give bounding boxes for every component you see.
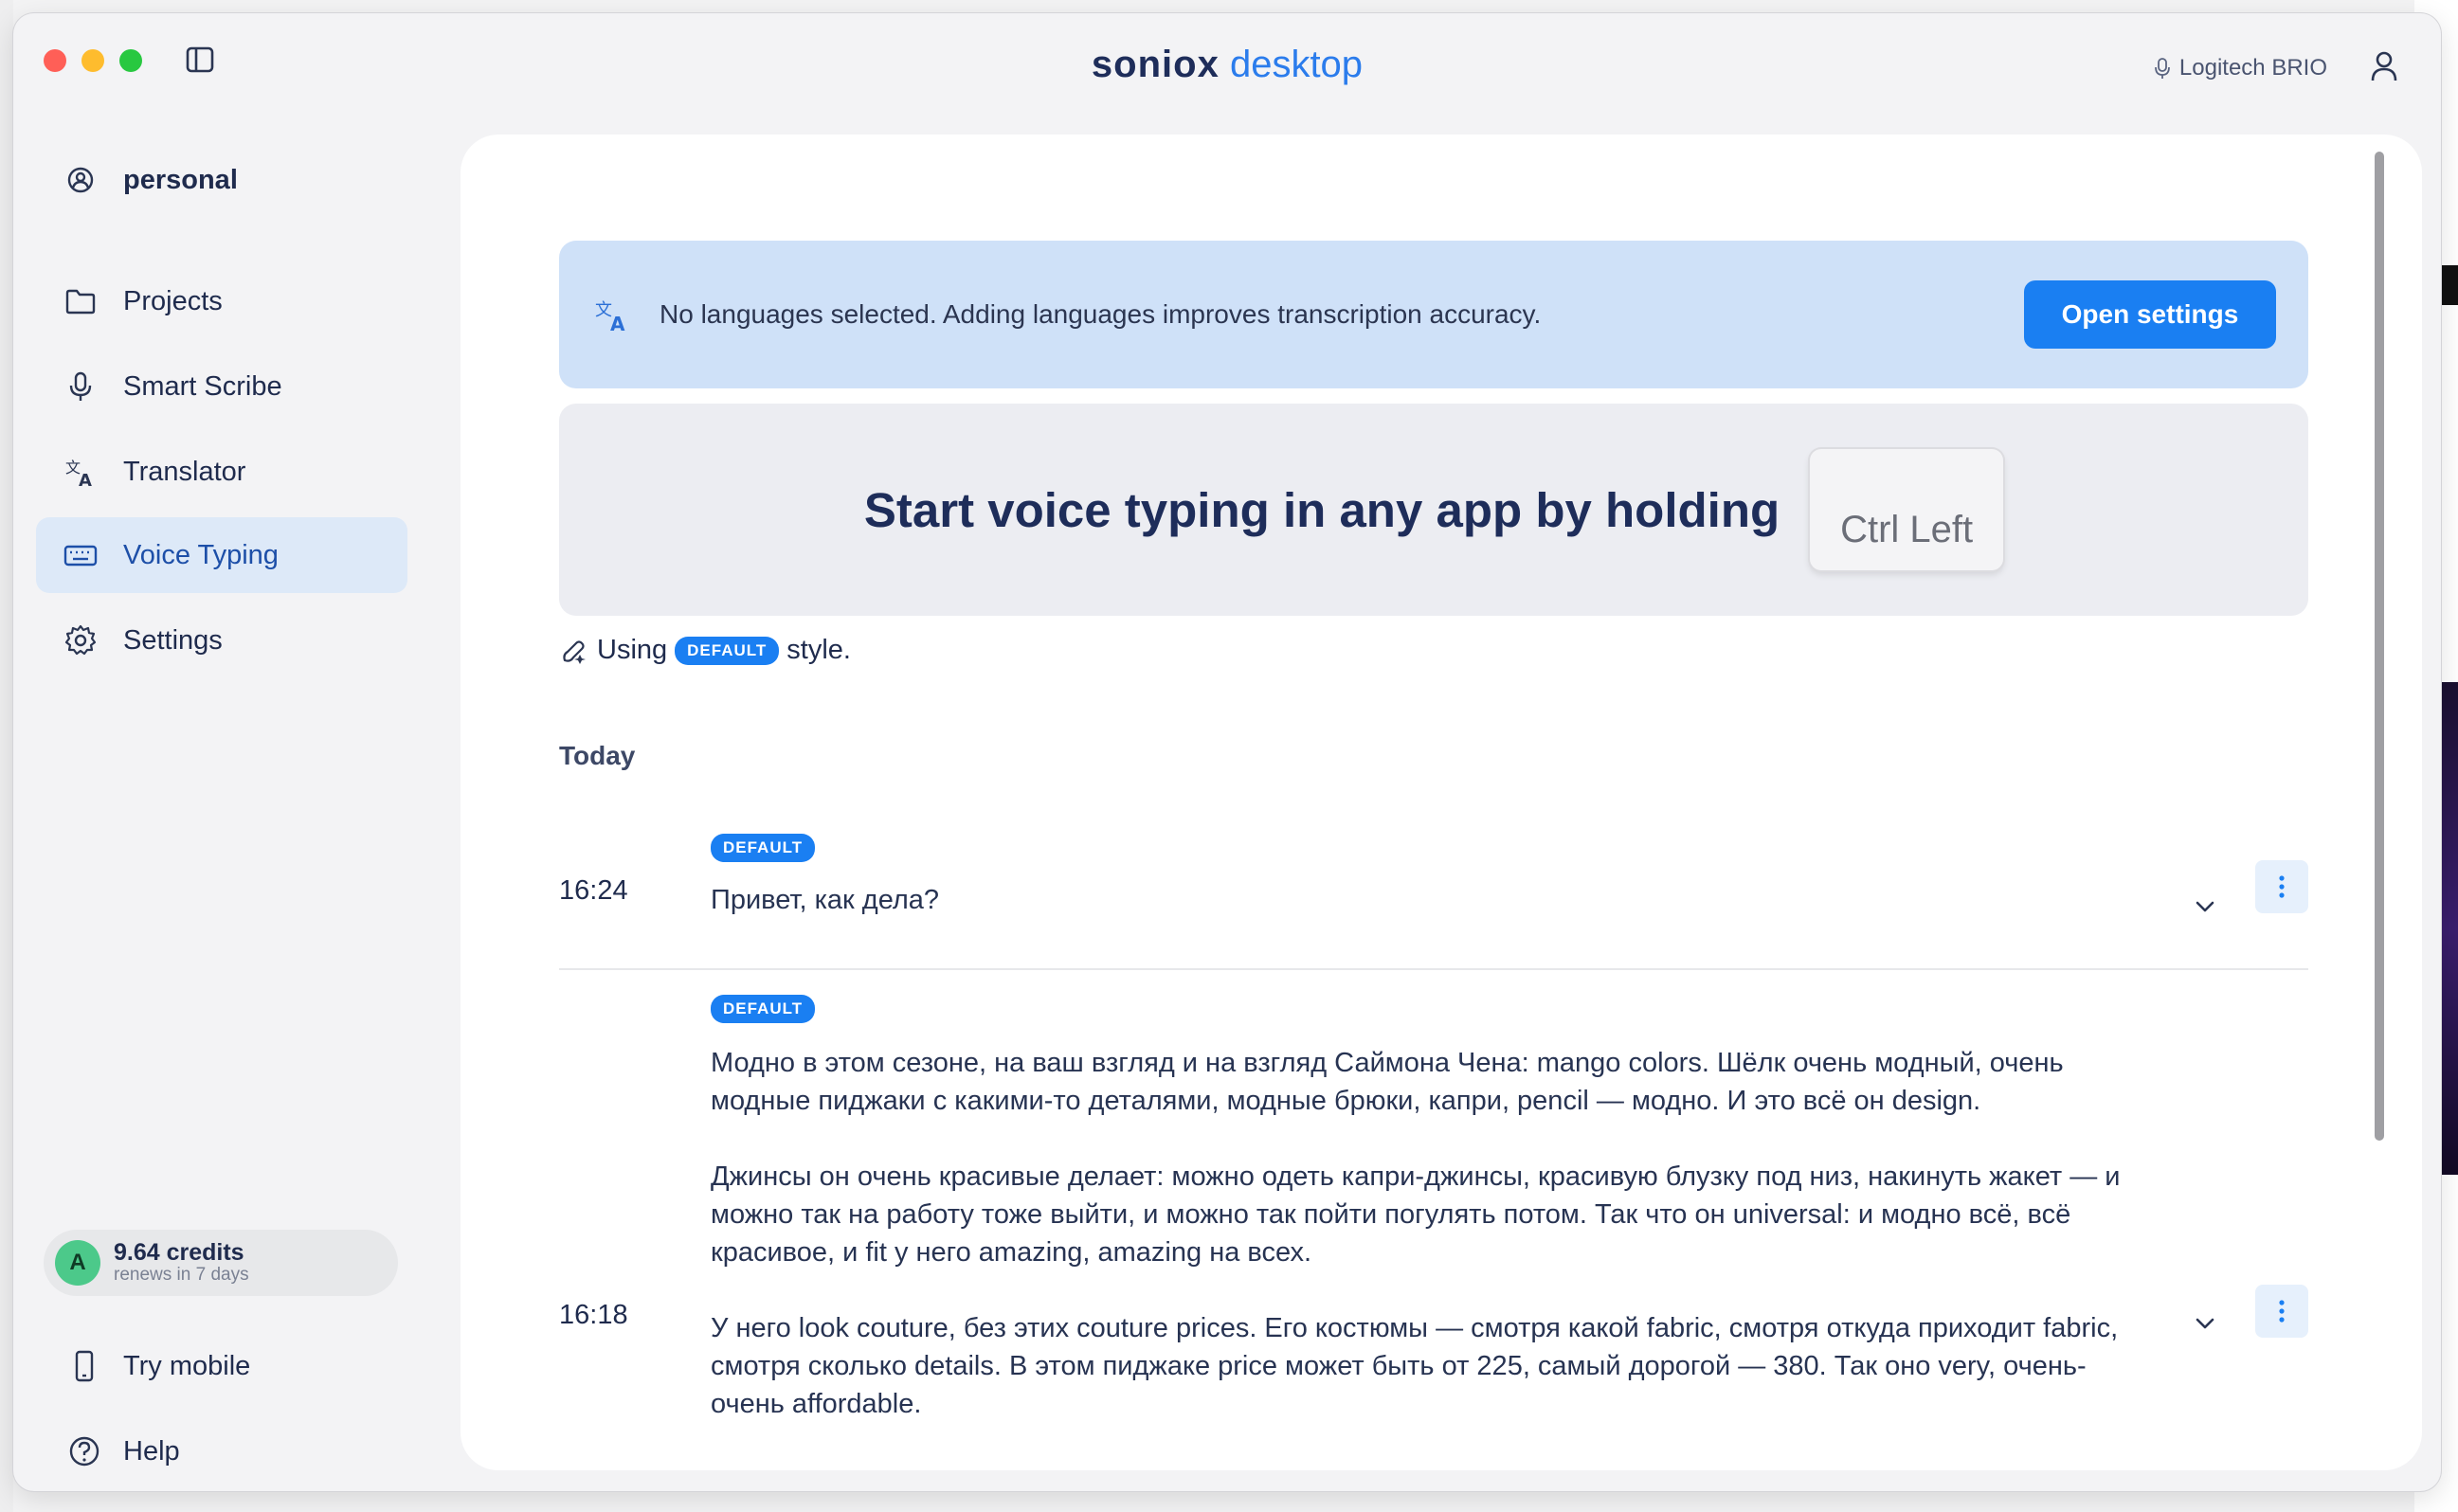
sidebar-item-label: Projects xyxy=(123,285,223,316)
mobile-icon xyxy=(75,1350,94,1382)
entry-style-badge: DEFAULT xyxy=(711,995,816,1023)
help-label: Help xyxy=(123,1435,180,1467)
avatar: A xyxy=(55,1240,100,1286)
open-settings-button[interactable]: Open settings xyxy=(2024,280,2276,349)
sidebar-item-voice-typing[interactable]: Voice Typing xyxy=(36,517,407,593)
voice-typing-banner: Start voice typing in any app by holding… xyxy=(559,404,2308,616)
entry-text: Модно в этом сезоне, на ваш взгляд и на … xyxy=(711,1044,2132,1461)
entry-time: 16:24 xyxy=(559,875,628,906)
app-window: soniox desktop Logitech BRIO personal Pr… xyxy=(13,13,2441,1491)
background-desktop-left xyxy=(0,0,13,1512)
try-mobile-link[interactable]: Try mobile xyxy=(36,1328,407,1404)
language-banner-message: No languages selected. Adding languages … xyxy=(660,299,1542,329)
main-panel: 文 A No languages selected. Adding langua… xyxy=(461,135,2422,1470)
entry-paragraph: У него look couture, без этих couture pr… xyxy=(711,1313,2119,1419)
microphone-icon xyxy=(69,371,92,401)
user-icon[interactable] xyxy=(2367,49,2401,83)
sidebar-item-projects[interactable]: Projects xyxy=(36,263,407,339)
style-brush-icon xyxy=(563,639,586,664)
entry-style-badge: DEFAULT xyxy=(711,834,816,862)
scrollbar[interactable] xyxy=(2375,152,2384,1141)
credits-amount: 9.64 credits xyxy=(114,1239,244,1266)
sidebar-item-label: Smart Scribe xyxy=(123,370,282,402)
help-icon xyxy=(69,1436,99,1467)
hotkey-keycap[interactable]: Ctrl Left xyxy=(1810,449,2004,570)
account-name: personal xyxy=(123,164,238,195)
titlebar: soniox desktop Logitech BRIO xyxy=(13,13,2441,104)
transcript-entry[interactable]: DEFAULT 16:24 Привет, как дела? xyxy=(559,834,2308,957)
sidebar-item-label: Voice Typing xyxy=(123,539,279,570)
microphone-device-label: Logitech BRIO xyxy=(2178,55,2327,81)
try-mobile-label: Try mobile xyxy=(123,1350,251,1381)
entry-more-button[interactable] xyxy=(2255,860,2308,913)
keyboard-icon xyxy=(63,545,98,567)
brand-secondary: desktop xyxy=(1229,44,1364,85)
style-prefix: Using xyxy=(597,635,668,665)
microphone-selector[interactable]: Logitech BRIO xyxy=(2155,55,2327,81)
account-switcher[interactable]: personal xyxy=(36,142,407,218)
chevron-down-icon[interactable] xyxy=(2191,1309,2219,1338)
sidebar: personal Projects Smart Scribe 文 A Trans… xyxy=(13,104,430,1491)
section-heading-today: Today xyxy=(559,741,636,770)
account-icon xyxy=(67,167,94,193)
entry-paragraph: Модно в этом сезоне, на ваш взгляд и на … xyxy=(711,1048,2064,1116)
credits-badge[interactable]: A 9.64 credits renews in 7 days xyxy=(44,1230,398,1296)
sidebar-item-label: Translator xyxy=(123,456,246,487)
microphone-icon xyxy=(2155,58,2170,79)
chevron-down-icon[interactable] xyxy=(2191,892,2219,921)
svg-text:A: A xyxy=(79,471,92,490)
entry-divider xyxy=(559,968,2308,970)
transcript-entry[interactable]: DEFAULT Модно в этом сезоне, на ваш взгл… xyxy=(559,995,2308,1470)
style-badge[interactable]: DEFAULT xyxy=(675,636,780,665)
style-indicator: Using DEFAULT style. xyxy=(559,635,851,666)
app-logo: soniox desktop xyxy=(13,40,2441,89)
entry-more-button[interactable] xyxy=(2255,1285,2308,1338)
entry-text: Привет, как дела? xyxy=(711,881,2132,957)
translate-icon: 文 A xyxy=(595,300,625,333)
language-banner: 文 A No languages selected. Adding langua… xyxy=(559,241,2308,388)
translate-icon: 文 A xyxy=(65,459,92,490)
gear-icon xyxy=(64,624,97,656)
sidebar-item-label: Settings xyxy=(123,624,223,656)
folder-icon xyxy=(65,289,96,315)
more-vertical-icon xyxy=(2279,1300,2285,1323)
sidebar-item-translator[interactable]: 文 A Translator xyxy=(36,434,407,510)
credits-info: 9.64 credits renews in 7 days xyxy=(114,1240,249,1286)
entry-paragraph: Привет, как дела? xyxy=(711,885,940,915)
credits-renewal: renews in 7 days xyxy=(114,1265,249,1285)
help-link[interactable]: Help xyxy=(36,1413,407,1489)
style-suffix: style. xyxy=(786,635,851,665)
entry-time: 16:18 xyxy=(559,1300,628,1330)
brand-primary: soniox xyxy=(1091,44,1220,85)
more-vertical-icon xyxy=(2279,875,2285,898)
svg-text:A: A xyxy=(610,313,625,333)
entry-paragraph: Джинсы он очень красивые делает: можно о… xyxy=(711,1161,2121,1268)
sidebar-item-settings[interactable]: Settings xyxy=(36,603,407,678)
voice-typing-headline: Start voice typing in any app by holding xyxy=(863,482,1780,537)
sidebar-item-smart-scribe[interactable]: Smart Scribe xyxy=(36,349,407,424)
